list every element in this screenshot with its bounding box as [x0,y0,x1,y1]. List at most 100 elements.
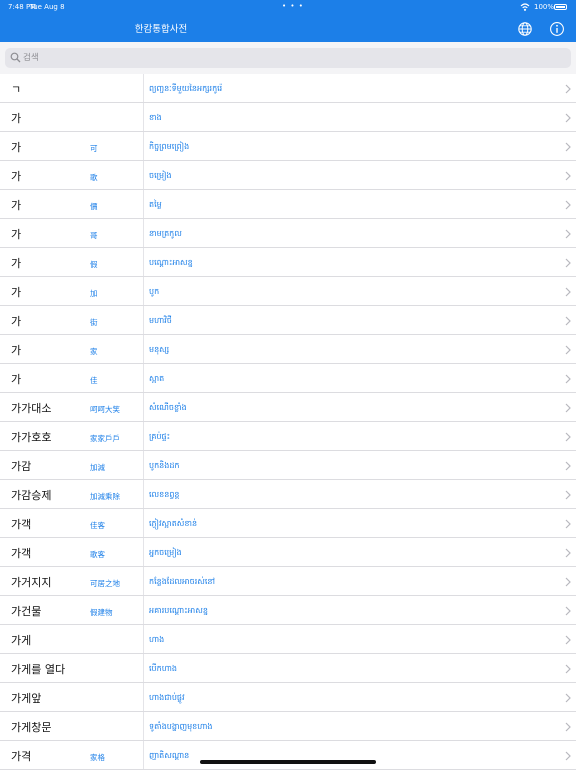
entry-meaning: បូកនិងដក [149,461,180,470]
chevron-right-icon [565,722,571,732]
entry-hanja: 歌 [90,173,98,182]
entry-word: 가 [11,112,22,125]
info-icon[interactable] [549,21,565,37]
list-item[interactable]: 가 哥 នាមត្រកូល [0,219,576,248]
status-date: Tue Aug 8 [30,3,65,11]
column-divider [143,364,144,392]
column-divider [143,451,144,479]
list-item[interactable]: 가게를 열다 បើកហាង [0,654,576,683]
globe-icon[interactable] [517,21,533,37]
list-item[interactable]: 가게창문 ទូតាំងបង្ហាញមុខហាង [0,712,576,741]
entry-meaning: ហាង [149,635,165,644]
column-divider [143,190,144,218]
home-indicator[interactable] [200,760,376,764]
entry-meaning: ខាង [149,113,162,122]
chevron-right-icon [565,229,571,239]
list-item[interactable]: 가격 家格 ញាតិសណ្ដាន [0,741,576,770]
entry-word: 가 [11,228,22,241]
list-item[interactable]: 가게 ហាង [0,625,576,654]
chevron-right-icon [565,490,571,500]
entry-hanja: 可 [90,144,98,153]
entry-word: 가건물 [11,605,42,618]
entry-meaning: ហាងជាប់ផ្លូវ [149,693,185,702]
list-item[interactable]: ㄱ ព្យញ្ជនៈទីមួយនៃអក្សរកូរ៉េ [0,74,576,103]
word-list: ㄱ ព្យញ្ជនៈទីមួយនៃអក្សរកូរ៉េ 가 ខាង 가 可 កិច្ចព្រ… [0,74,576,770]
chevron-right-icon [565,171,571,181]
list-item[interactable]: 가 家 មនុស្ស [0,335,576,364]
column-divider [143,509,144,537]
entry-meaning: ស្អាត [149,374,165,383]
entry-word: 가감 [11,460,32,473]
entry-meaning: សំណើចខ្លាំង [149,403,187,412]
list-item[interactable]: 가가대소 呵呵大笑 សំណើចខ្លាំង [0,393,576,422]
list-item[interactable]: 가거지지 可居之地 កន្លែងដែលអាចរស់នៅ [0,567,576,596]
entry-word: 가격 [11,750,32,763]
battery-icon [554,4,567,10]
battery-percentage: 100% [534,3,555,11]
chevron-right-icon [565,664,571,674]
entry-hanja: 假 [90,260,98,269]
list-item[interactable]: 가 價 តម្លៃ [0,190,576,219]
search-field[interactable] [5,48,571,68]
list-item[interactable]: 가건물 假建物 អគារបណ្ដោះអាសន្ន [0,596,576,625]
entry-meaning: ទូតាំងបង្ហាញមុខហាង [149,722,213,731]
entry-word: 가 [11,141,22,154]
list-item[interactable]: 가가호호 家家戶戶 គ្រប់ផ្ទះ [0,422,576,451]
chevron-right-icon [565,751,571,761]
chevron-right-icon [565,316,571,326]
list-item[interactable]: 가 可 កិច្ចព្រមព្រៀង [0,132,576,161]
chevron-right-icon [565,606,571,616]
entry-hanja: 歌客 [90,550,105,559]
search-icon [10,52,21,63]
list-item[interactable]: 가 ខាង [0,103,576,132]
entry-meaning: ចម្រៀង [149,171,172,180]
entry-word: ㄱ [11,83,22,96]
list-item[interactable]: 가객 歌客 អ្នកចម្រៀង [0,538,576,567]
column-divider [143,683,144,711]
chevron-right-icon [565,374,571,384]
chevron-right-icon [565,461,571,471]
chevron-right-icon [565,432,571,442]
column-divider [143,132,144,160]
entry-hanja: 呵呵大笑 [90,405,120,414]
entry-meaning: មហាវិថី [149,316,172,325]
search-input[interactable] [23,48,553,68]
list-item[interactable]: 가 加 បូក [0,277,576,306]
wifi-icon [520,3,530,11]
chevron-right-icon [565,113,571,123]
chevron-right-icon [565,403,571,413]
entry-word: 가객 [11,547,32,560]
entry-hanja: 哥 [90,231,98,240]
list-item[interactable]: 가감승제 加減乘除 លេខនព្វន្ត [0,480,576,509]
entry-hanja: 家家戶戶 [90,434,120,443]
column-divider [143,74,144,102]
entry-word: 가거지지 [11,576,52,589]
list-item[interactable]: 가게앞 ហាងជាប់ផ្លូវ [0,683,576,712]
list-item[interactable]: 가 假 បណ្ដោះអាសន្ន [0,248,576,277]
chevron-right-icon [565,345,571,355]
search-bar [0,42,576,74]
entry-meaning: លេខនព្វន្ត [149,490,180,499]
nav-bar: 한캄통합사전 [0,14,576,42]
entry-meaning: នាមត្រកូល [149,229,182,238]
column-divider [143,480,144,508]
entry-word: 가가대소 [11,402,52,415]
list-item[interactable]: 가감 加減 បូកនិងដក [0,451,576,480]
entry-hanja: 假建物 [90,608,113,617]
column-divider [143,306,144,334]
multitasking-dots[interactable]: • • • [282,2,304,10]
entry-meaning: បណ្ដោះអាសន្ន [149,258,193,267]
list-item[interactable]: 가객 佳客 ភ្ញៀវស្អាតសំខាន់ [0,509,576,538]
chevron-right-icon [565,693,571,703]
entry-hanja: 加減乘除 [90,492,120,501]
list-item[interactable]: 가 佳 ស្អាត [0,364,576,393]
list-item[interactable]: 가 街 មហាវិថី [0,306,576,335]
chevron-right-icon [565,577,571,587]
entry-word: 가게를 열다 [11,663,66,676]
entry-meaning: អ្នកចម្រៀង [149,548,182,557]
list-item[interactable]: 가 歌 ចម្រៀង [0,161,576,190]
column-divider [143,625,144,653]
status-bar: 7:48 PM Tue Aug 8 • • • 100% [0,0,576,14]
entry-hanja: 街 [90,318,98,327]
entry-word: 가게창문 [11,721,52,734]
